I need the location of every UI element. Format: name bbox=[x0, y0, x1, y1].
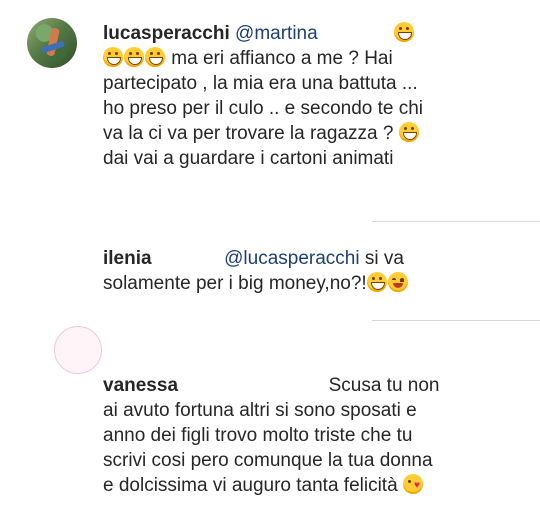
divider bbox=[372, 221, 540, 222]
comment-text: Scusa tu non bbox=[328, 375, 440, 396]
comment-vanessa: vanessa Scusa tu non ai avuto fortuna al… bbox=[103, 373, 440, 498]
smiling-face-icon bbox=[387, 272, 408, 292]
comment-text: solamente per i big money,no?! bbox=[103, 273, 367, 294]
avatar[interactable] bbox=[27, 18, 77, 68]
comment-line: solamente per i big money,no?! bbox=[103, 271, 409, 296]
comment-line: partecipato , la mia era una battuta ... bbox=[103, 73, 418, 94]
comment-line: anno dei figli trovo molto triste che tu bbox=[103, 425, 413, 446]
comment-line: ai avuto fortuna altri si sono sposati e bbox=[103, 400, 417, 421]
comment-ilenia: ilenia @lucasperacchi si va solamente pe… bbox=[103, 246, 409, 296]
comment-text: si va bbox=[364, 248, 404, 269]
kiss-face-icon bbox=[402, 474, 423, 494]
comment-line: e dolcissima vi auguro tanta felicità bbox=[103, 473, 440, 498]
grinning-face-icon bbox=[124, 47, 144, 67]
comment-line: va la ci va per trovare la ragazza ? bbox=[103, 121, 423, 146]
grinning-face-icon bbox=[145, 47, 165, 67]
comment-line: dai vai a guardare i cartoni animati bbox=[103, 148, 394, 169]
watermark-circle bbox=[54, 326, 102, 374]
comment-text: va la ci va per trovare la ragazza ? bbox=[103, 123, 394, 144]
watermark-logo bbox=[54, 326, 214, 376]
comment-line: ma eri affianco a me ? Hai bbox=[103, 46, 423, 71]
comment-line: ho preso per il culo .. e secondo te chi bbox=[103, 98, 424, 119]
comment-text: ma eri affianco a me ? Hai bbox=[171, 48, 393, 69]
grinning-face-icon bbox=[366, 272, 387, 292]
comment-lucasperacchi: lucasperacchi @martina ma eri affianco a… bbox=[103, 21, 423, 171]
grinning-face-icon bbox=[394, 22, 415, 42]
username[interactable]: lucasperacchi bbox=[103, 23, 230, 44]
comment-text: e dolcissima vi auguro tanta felicità bbox=[103, 475, 398, 496]
comment-header: lucasperacchi @martina bbox=[103, 21, 423, 46]
comment-header: ilenia @lucasperacchi si va bbox=[103, 246, 409, 271]
grinning-face-icon bbox=[398, 122, 419, 142]
divider bbox=[372, 320, 540, 321]
username[interactable]: vanessa bbox=[103, 375, 178, 396]
comment-header: vanessa Scusa tu non bbox=[103, 373, 440, 398]
mention-link[interactable]: @lucasperacchi bbox=[224, 248, 359, 269]
mention-link[interactable]: @martina bbox=[235, 23, 318, 44]
grinning-face-icon bbox=[103, 47, 123, 67]
comment-line: scrivi cosi pero comunque la tua donna bbox=[103, 450, 433, 471]
username[interactable]: ilenia bbox=[103, 248, 152, 269]
